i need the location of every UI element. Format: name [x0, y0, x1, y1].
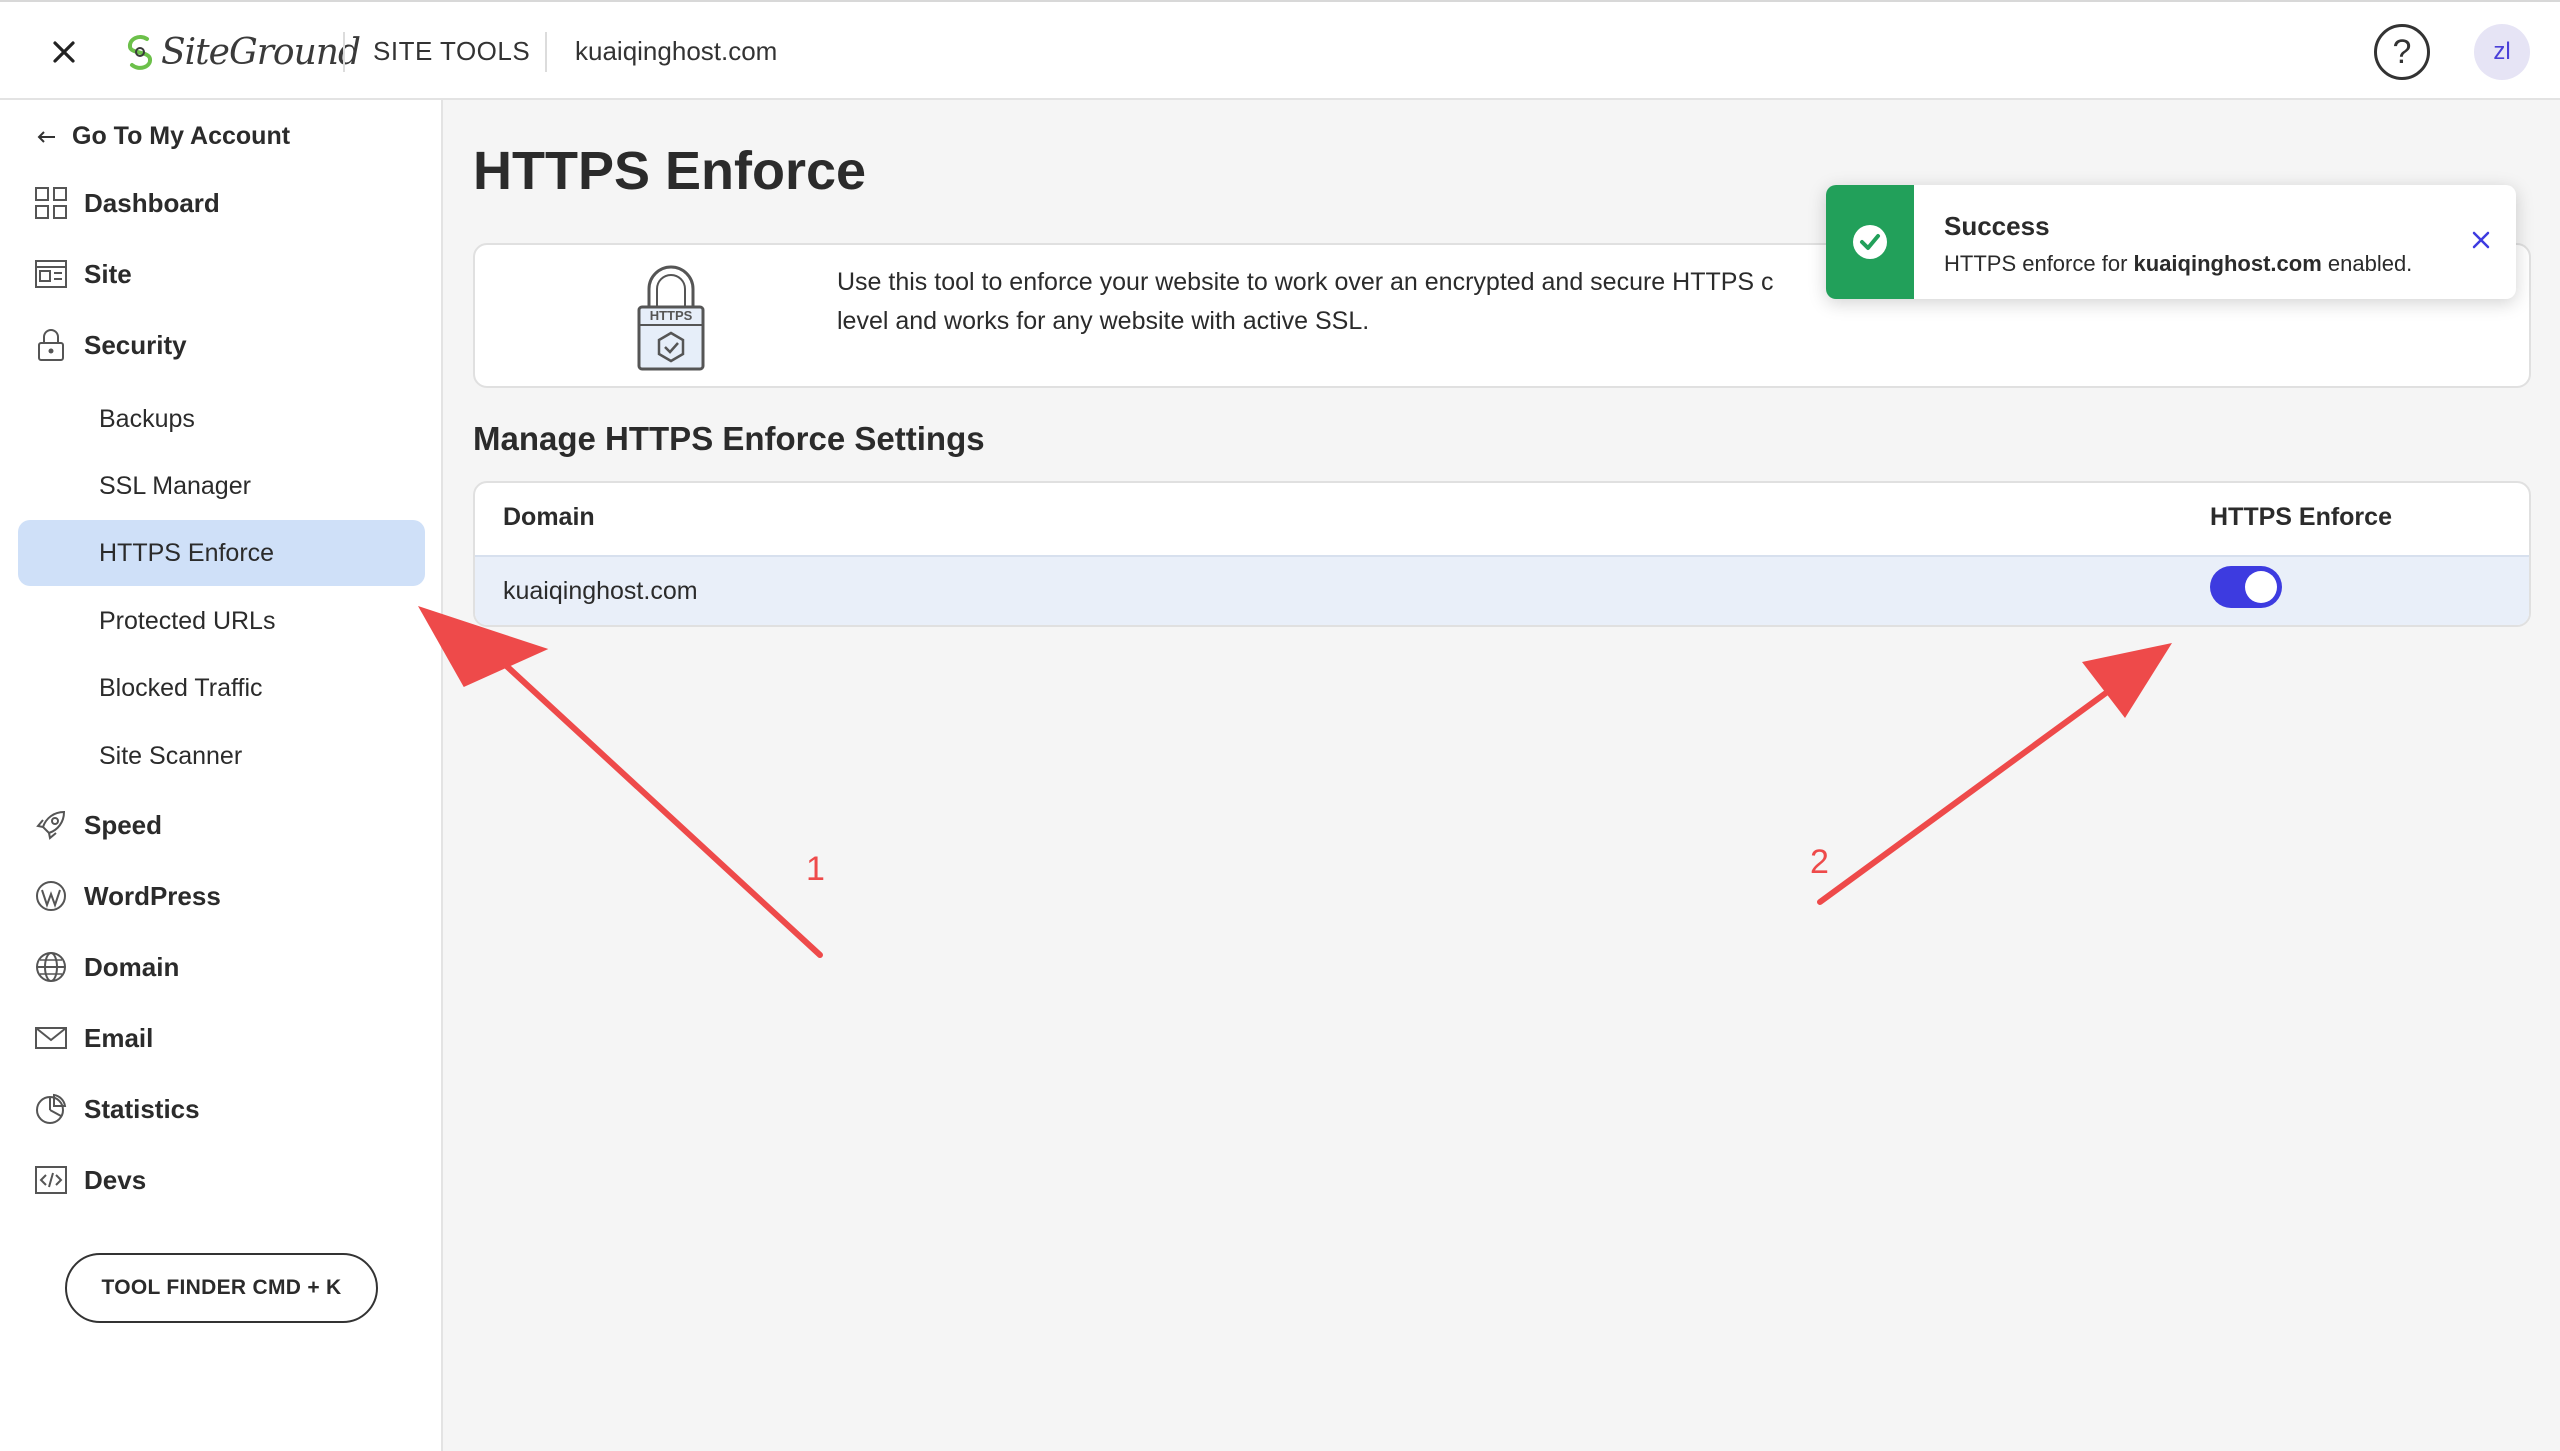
sidebar-item-label: Security [84, 329, 187, 360]
sidebar-item-email[interactable]: Email [34, 1021, 153, 1055]
pie-chart-icon [36, 1093, 67, 1124]
sidebar: Go To My Account Dashboard Site Security… [0, 100, 443, 1451]
column-header-domain: Domain [503, 503, 595, 531]
site-tools-label: SITE TOOLS [373, 36, 531, 66]
info-description: Use this tool to enforce your website to… [837, 263, 1837, 341]
sidebar-item-speed[interactable]: Speed [34, 808, 162, 842]
row-domain: kuaiqinghost.com [503, 577, 698, 605]
check-circle-icon [1853, 225, 1887, 259]
sidebar-item-statistics[interactable]: Statistics [34, 1092, 200, 1126]
annotation-arrow-1 [418, 606, 823, 958]
siteground-logo[interactable]: SiteGround [125, 28, 361, 76]
sidebar-item-wordpress[interactable]: WordPress [34, 879, 221, 913]
sidebar-subitem-https-enforce[interactable]: HTTPS Enforce [18, 520, 425, 586]
go-to-account-link[interactable]: Go To My Account [36, 122, 290, 151]
envelope-icon [35, 1027, 67, 1049]
wordpress-icon [36, 881, 66, 911]
sidebar-item-devs[interactable]: Devs [34, 1163, 146, 1197]
toast-message-domain: kuaiqinghost.com [2133, 251, 2322, 276]
sidebar-item-label: Email [84, 1022, 154, 1053]
https-padlock-icon: HTTPS [635, 259, 707, 376]
close-icon[interactable] [42, 30, 86, 74]
sidebar-subitem-protected-urls[interactable]: Protected URLs [18, 588, 425, 654]
toast-close-icon[interactable] [2466, 225, 2496, 255]
site-window-icon [35, 260, 67, 288]
toast-message-suffix: enabled. [2321, 251, 2413, 276]
code-window-icon [35, 1166, 67, 1194]
sidebar-item-label: Statistics [84, 1093, 200, 1124]
https-enforce-toggle[interactable] [2210, 566, 2282, 608]
toast-title: Success [1944, 211, 2050, 241]
toast-message: HTTPS enforce for kuaiqinghost.com enabl… [1944, 251, 2412, 277]
top-bar: SiteGround SITE TOOLS kuaiqinghost.com ?… [0, 0, 2560, 100]
toast-message-prefix: HTTPS enforce for [1944, 251, 2134, 276]
table-row: kuaiqinghost.com [475, 555, 2529, 625]
annotation-label-2: 2 [1810, 843, 1829, 881]
page-title: HTTPS Enforce [473, 141, 867, 201]
info-line-2: level and works for any website with act… [837, 307, 1370, 335]
sidebar-item-label: Domain [84, 951, 180, 982]
tool-finder-button[interactable]: TOOL FINDER CMD + K [65, 1253, 378, 1323]
sidebar-item-label: WordPress [84, 880, 221, 911]
https-icon-label: HTTPS [649, 308, 693, 323]
annotation-arrow-2 [1817, 643, 2172, 905]
annotation-label-1: 1 [806, 850, 825, 888]
section-title: Manage HTTPS Enforce Settings [473, 420, 985, 457]
sidebar-subitem-ssl-manager[interactable]: SSL Manager [18, 453, 425, 519]
column-header-https-enforce: HTTPS Enforce [2210, 503, 2392, 531]
arrow-left-icon [37, 130, 55, 143]
sidebar-subitem-backups[interactable]: Backups [18, 386, 425, 452]
sidebar-item-label: Dashboard [84, 187, 220, 218]
toggle-knob [2245, 571, 2277, 603]
go-to-account-label: Go To My Account [72, 122, 291, 150]
lock-icon [38, 329, 64, 361]
toast-status-bar [1826, 185, 1914, 299]
sidebar-item-domain[interactable]: Domain [34, 950, 179, 984]
sidebar-item-site[interactable]: Site [34, 257, 132, 291]
sidebar-item-dashboard[interactable]: Dashboard [34, 186, 220, 220]
rocket-icon [36, 810, 66, 840]
sidebar-item-label: Devs [84, 1164, 147, 1195]
siteground-logo-mark [127, 35, 152, 70]
avatar[interactable]: zl [2474, 24, 2530, 80]
success-toast: Success HTTPS enforce for kuaiqinghost.c… [1826, 185, 2516, 299]
divider [545, 32, 547, 72]
logo-text: SiteGround [161, 31, 361, 73]
dashboard-grid-icon [35, 187, 67, 219]
divider [343, 32, 345, 72]
sidebar-item-security[interactable]: Security [34, 328, 187, 362]
sidebar-subitem-blocked-traffic[interactable]: Blocked Traffic [18, 655, 425, 721]
sidebar-item-label: Speed [84, 809, 163, 840]
current-domain[interactable]: kuaiqinghost.com [575, 36, 777, 67]
sidebar-item-label: Site [84, 258, 132, 289]
globe-icon [36, 952, 66, 982]
https-settings-table: Domain HTTPS Enforce kuaiqinghost.com [473, 481, 2531, 627]
sidebar-subitem-site-scanner[interactable]: Site Scanner [18, 723, 425, 789]
info-line-1: Use this tool to enforce your website to… [837, 268, 1774, 296]
help-icon[interactable]: ? [2374, 24, 2430, 80]
